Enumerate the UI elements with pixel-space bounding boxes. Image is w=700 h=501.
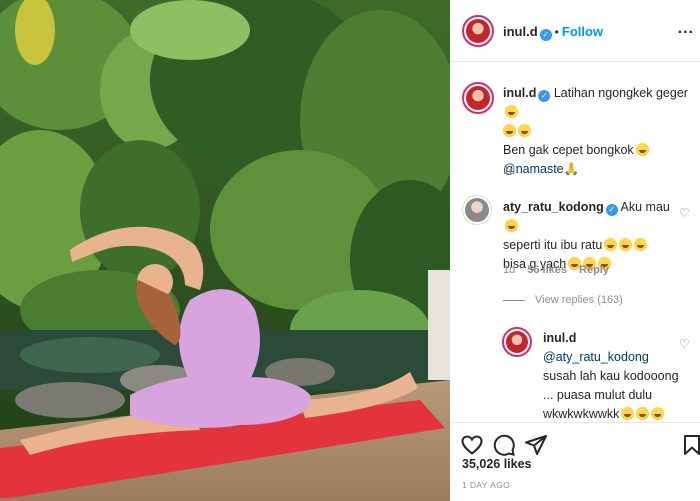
more-options-icon[interactable]: ... [678, 20, 694, 38]
reply-username[interactable]: inul.d [543, 331, 576, 345]
post-header: inul.d ✓ • Follow ... [450, 0, 700, 62]
caption-text: inul.d ✓ Latihan ngongkek geger Ben gak c… [503, 84, 693, 179]
post-sidebar: inul.d ✓ • Follow ... inul.d ✓ Latihan ngong… [450, 0, 700, 501]
caption-username[interactable]: inul.d [503, 86, 536, 100]
caption-line-2: Ben gak cepet bongkok [503, 143, 634, 157]
commenter-avatar[interactable] [462, 195, 492, 225]
reply-avatar[interactable] [502, 327, 532, 357]
view-replies-label: View replies (163) [535, 294, 623, 306]
post-photo[interactable] [0, 0, 450, 501]
reply-line-2: ... puasa mulut dulu [543, 388, 653, 402]
laughing-emoji-icon [635, 143, 649, 156]
laughing-emoji-icon [619, 238, 633, 251]
verified-badge-icon: ✓ [539, 29, 552, 41]
laughing-emoji-icon [505, 219, 518, 232]
laughing-emoji-icon [518, 124, 531, 137]
comment-line-1: Aku mau [620, 200, 670, 214]
follow-button[interactable]: Follow [562, 24, 603, 39]
send-icon[interactable] [524, 433, 548, 457]
caption-avatar[interactable] [462, 82, 494, 114]
caption-age: 1d [503, 165, 516, 177]
reply-mention-link[interactable]: @aty_ratu_kodong [543, 350, 649, 364]
comment-meta: 1d 56 likes Reply [503, 264, 609, 276]
reply-like-heart-icon[interactable]: ♡ [679, 337, 690, 351]
verified-badge-icon: ✓ [605, 204, 618, 216]
comment-age: 1d [503, 264, 516, 276]
post-likes-count[interactable]: 35,026 likes [462, 457, 532, 471]
heart-icon[interactable] [460, 433, 484, 457]
post-timestamp: 1 DAY AGO [462, 480, 511, 490]
reply-line-1: susah lah kau kodooong [543, 369, 679, 383]
laughing-emoji-icon [604, 238, 618, 251]
view-replies-button[interactable]: View replies (163) [503, 294, 623, 306]
comment-text: aty_ratu_kodong ✓ Aku mau seperti itu ibu… [503, 198, 678, 274]
verified-badge-icon: ✓ [538, 90, 551, 102]
comment-likes-count[interactable]: 56 likes [527, 264, 567, 276]
laughing-emoji-icon [636, 407, 650, 420]
laughing-emoji-icon [651, 407, 665, 420]
comments-section[interactable]: inul.d ✓ Latihan ngongkek geger Ben gak c… [450, 62, 700, 422]
replies-divider [503, 299, 525, 301]
praying-hands-emoji-icon: 🙏 [563, 162, 580, 176]
reply-text: inul.d @aty_ratu_kodong susah lah kau ko… [543, 329, 683, 422]
separator-dot: • [554, 25, 559, 39]
comment-username[interactable]: aty_ratu_kodong [503, 200, 604, 214]
caption-line-1: Latihan ngongkek geger [553, 86, 688, 100]
author-avatar[interactable] [462, 15, 494, 47]
laughing-emoji-icon [634, 238, 648, 251]
yoga-photo-illustration [0, 0, 450, 501]
bookmark-icon[interactable] [680, 433, 700, 457]
laughing-emoji-icon [503, 124, 516, 137]
comment-icon[interactable] [492, 433, 516, 457]
comment-reply-button[interactable]: Reply [579, 264, 609, 276]
reply-line-3: wkwkwkwwkk [543, 407, 620, 421]
comment-like-heart-icon[interactable]: ♡ [679, 206, 690, 220]
author-username[interactable]: inul.d [503, 24, 538, 39]
comment-line-2: seperti itu ibu ratu [503, 238, 603, 252]
laughing-emoji-icon [621, 407, 635, 420]
laughing-emoji-icon [505, 105, 518, 118]
